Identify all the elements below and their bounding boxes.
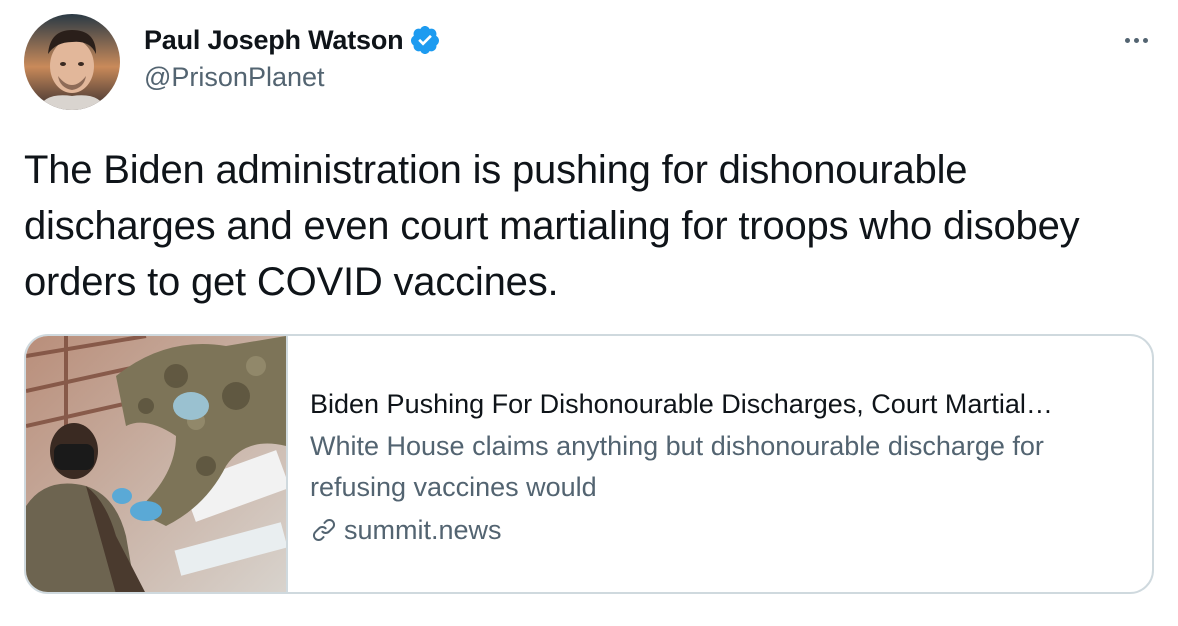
card-description: White House claims anything but dishonou… xyxy=(310,431,1044,502)
name-row: Paul Joseph Watson xyxy=(144,22,441,58)
soldier-vaccination-photo xyxy=(26,336,286,592)
link-icon xyxy=(310,516,338,544)
card-domain: summit.news xyxy=(310,510,1140,550)
author-info: Paul Joseph Watson @PrisonPlanet xyxy=(144,22,441,93)
card-domain-text: summit.news xyxy=(344,515,502,545)
more-options-icon[interactable] xyxy=(1116,26,1156,54)
tweet: Paul Joseph Watson @PrisonPlanet The Bid… xyxy=(0,0,1178,626)
card-body: Biden Pushing For Dishonourable Discharg… xyxy=(310,384,1140,550)
card-image xyxy=(26,336,288,592)
handle[interactable]: @PrisonPlanet xyxy=(144,62,441,93)
display-name[interactable]: Paul Joseph Watson xyxy=(144,25,404,56)
avatar[interactable] xyxy=(24,14,120,110)
tweet-text: The Biden administration is pushing for … xyxy=(24,148,1080,304)
link-card[interactable]: Biden Pushing For Dishonourable Discharg… xyxy=(24,334,1154,594)
card-title: Biden Pushing For Dishonourable Discharg… xyxy=(310,389,1053,419)
avatar-image xyxy=(24,14,120,110)
verified-badge-icon xyxy=(409,24,441,56)
